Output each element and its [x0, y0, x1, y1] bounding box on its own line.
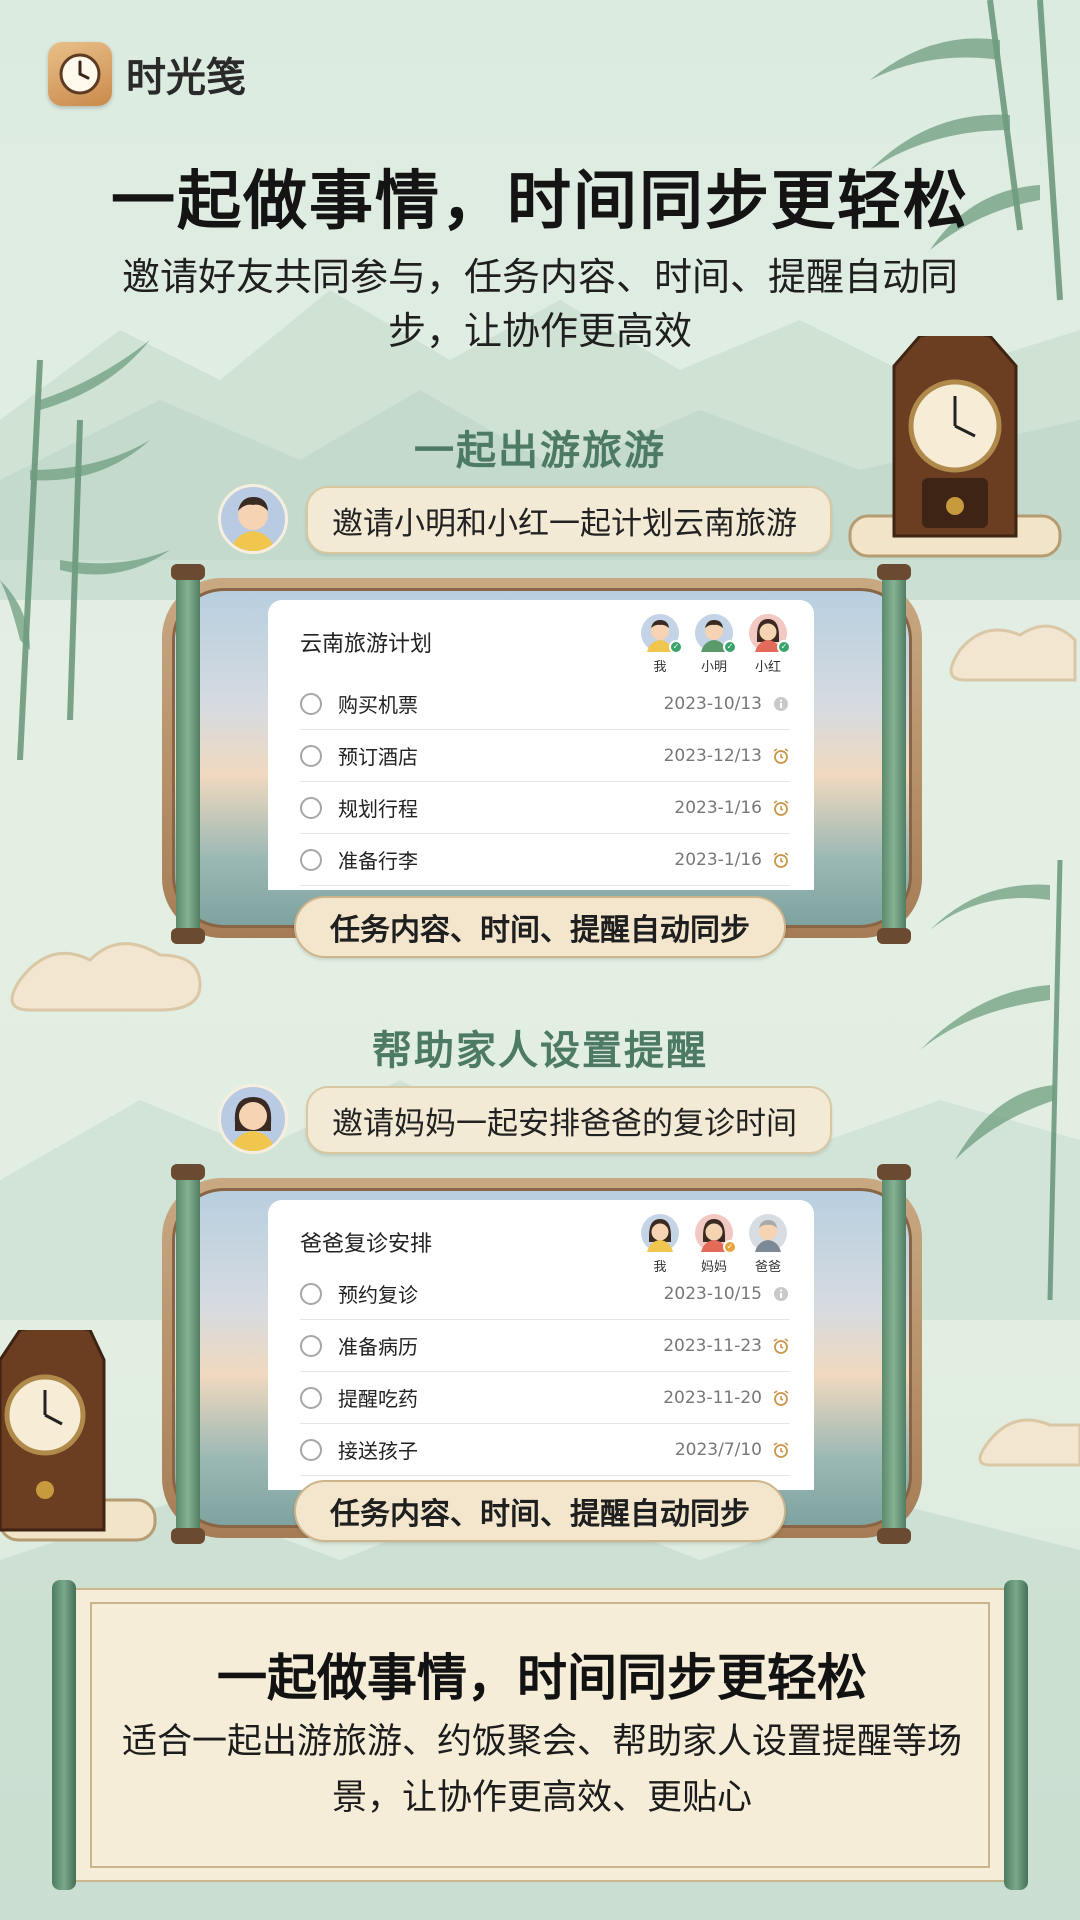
task-checkbox[interactable] [300, 1282, 322, 1305]
bamboo-pole [176, 1170, 200, 1536]
alarm-clock-icon[interactable] [772, 799, 790, 817]
app-name: 时光笺 [126, 55, 246, 101]
member-avatar[interactable]: 爸爸 [748, 1214, 788, 1275]
bamboo-pole [882, 1170, 906, 1536]
task-checkbox[interactable] [300, 796, 322, 819]
member-avatar[interactable]: 我 [640, 1214, 680, 1275]
member-avatar[interactable]: ✓ 妈妈 [694, 1214, 737, 1275]
member-avatar[interactable]: ✓ 小明 [694, 614, 737, 675]
alarm-clock-icon[interactable] [772, 1441, 790, 1459]
scroll-rod [52, 1580, 76, 1890]
task-checkbox[interactable] [300, 1386, 322, 1409]
alarm-clock-icon[interactable] [772, 747, 790, 765]
member-list: 我 ✓ 妈妈 爸爸 [640, 1214, 788, 1275]
section-title-family: 帮助家人设置提醒 [372, 1028, 708, 1074]
bamboo-pole [882, 570, 906, 936]
alarm-clock-icon[interactable] [772, 1389, 790, 1407]
summary-scroll: 一起做事情，时间同步更轻松 适合一起出游旅游、约饭聚会、帮助家人设置提醒等场景，… [52, 1580, 1028, 1890]
task-row[interactable]: 购买机票 2023-10/13 [300, 678, 790, 730]
task-card-family: 爸爸复诊安排 我 ✓ 妈妈 爸爸 预约复诊 2023-10/15 准备病历 20… [268, 1200, 814, 1490]
task-row[interactable]: 准备病历 2023-11-23 [300, 1320, 790, 1372]
task-row[interactable]: 预订酒店 2023-12/13 [300, 730, 790, 782]
info-icon[interactable] [772, 695, 790, 713]
clock-app-icon[interactable] [48, 42, 112, 106]
task-card-travel: 云南旅游计划 ✓ 我 ✓ 小明 ✓ 小红 购买机票 2023-10/13 预订酒… [268, 600, 814, 890]
info-icon[interactable] [772, 1285, 790, 1303]
alarm-clock-icon[interactable] [772, 1337, 790, 1355]
task-checkbox[interactable] [300, 1334, 322, 1357]
antique-clock-icon [0, 1330, 157, 1542]
alarm-clock-icon[interactable] [772, 851, 790, 869]
member-avatar[interactable]: ✓ 小红 [748, 614, 791, 675]
avatar [218, 484, 288, 554]
task-checkbox[interactable] [300, 744, 322, 767]
summary-text: 适合一起出游旅游、约饭聚会、帮助家人设置提醒等场景，让协作更高效、更贴心 [121, 1722, 962, 1818]
task-checkbox[interactable] [300, 848, 322, 871]
invite-bubble: 邀请妈妈一起安排爸爸的复诊时间 [306, 1086, 832, 1154]
task-row[interactable]: 提醒吃药 2023-11-20 [300, 1372, 790, 1424]
task-row[interactable]: 规划行程 2023-1/16 [300, 782, 790, 834]
summary-title: 一起做事情，时间同步更轻松 [217, 1648, 867, 1707]
task-row[interactable]: 准备行李 2023-1/16 [300, 834, 790, 886]
task-row[interactable]: 接送孩子 2023/7/10 [300, 1424, 790, 1476]
sync-label: 任务内容、时间、提醒自动同步 [294, 1480, 786, 1542]
app-header: 时光笺 [48, 42, 246, 106]
section-title-travel: 一起出游旅游 [414, 428, 666, 474]
scroll-rod [1004, 1580, 1028, 1890]
member-list: ✓ 我 ✓ 小明 ✓ 小红 [640, 614, 791, 675]
task-row[interactable]: 预约复诊 2023-10/15 [300, 1268, 790, 1320]
avatar [218, 1084, 288, 1154]
card-title: 云南旅游计划 [300, 632, 433, 657]
task-checkbox[interactable] [300, 1438, 322, 1461]
page-headline: 一起做事情，时间同步更轻松 [111, 164, 969, 239]
sync-label: 任务内容、时间、提醒自动同步 [294, 896, 786, 958]
task-checkbox[interactable] [300, 692, 322, 715]
invite-bubble: 邀请小明和小红一起计划云南旅游 [306, 486, 832, 554]
bamboo-pole [176, 570, 200, 936]
member-avatar[interactable]: ✓ 我 [640, 614, 683, 675]
card-title: 爸爸复诊安排 [300, 1232, 433, 1257]
